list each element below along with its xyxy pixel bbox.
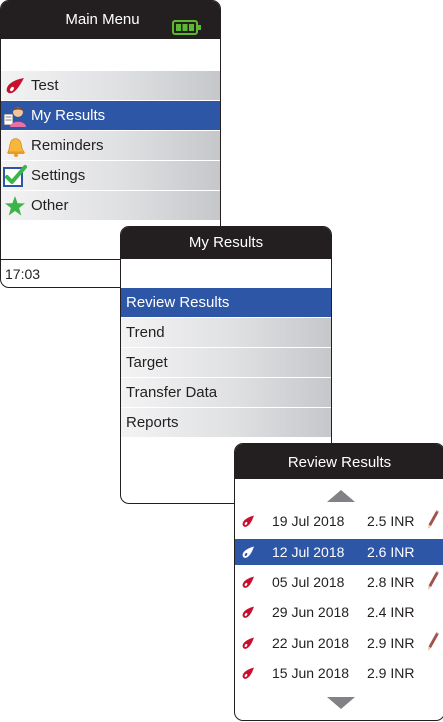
pencil-icon [427,571,439,594]
result-date: 15 Jun 2018 [272,665,350,681]
pencil-icon [427,632,439,655]
pencil-icon [427,510,439,533]
result-date: 22 Jun 2018 [272,635,350,651]
menu-item-target[interactable]: Target [121,348,331,378]
result-value: 2.5 INR [367,513,415,529]
menu-item-trend[interactable]: Trend [121,318,331,348]
result-value: 2.8 INR [367,574,415,590]
menu-item-other[interactable]: Other [1,191,220,221]
battery-full-icon [172,12,202,35]
blood-drop-icon [241,515,255,528]
main-menu-title: Main Menu [65,11,140,28]
scroll-down-arrow-icon[interactable] [327,697,355,709]
clock-time: 17:03 [5,266,41,282]
user-results-icon [3,104,27,128]
menu-item-label: Reports [126,414,179,431]
menu-item-label: Target [126,354,168,371]
result-row[interactable]: 12 Jul 2018 2.6 INR [235,539,443,565]
menu-item-label: Trend [126,324,165,341]
result-date: 12 Jul 2018 [272,544,345,560]
menu-item-test[interactable]: Test [1,71,220,101]
blood-drop-icon [241,637,255,650]
menu-item-label: My Results [31,107,106,124]
menu-item-transfer-data[interactable]: Transfer Data [121,378,331,408]
result-row[interactable]: 05 Jul 2018 2.8 INR [235,569,443,595]
blood-drop-icon [241,546,255,559]
result-row[interactable]: 22 Jun 2018 2.9 INR [235,630,443,656]
star-icon [3,194,27,218]
blood-drop-icon [3,74,27,98]
result-value: 2.6 INR [367,544,415,560]
result-row[interactable]: 29 Jun 2018 2.4 INR [235,599,443,625]
blood-drop-icon [241,576,255,589]
menu-item-label: Review Results [126,294,230,311]
blood-drop-icon [241,606,255,619]
result-row[interactable]: 15 Jun 2018 2.9 INR [235,660,443,686]
menu-item-reminders[interactable]: Reminders [1,131,220,161]
result-value: 2.9 INR [367,665,415,681]
checkbox-checked-icon [3,164,27,188]
blood-drop-icon [241,667,255,680]
scroll-up-arrow-icon[interactable] [327,490,355,502]
review-results-title: Review Results [287,454,392,471]
menu-item-label: Test [31,77,59,94]
menu-item-my-results[interactable]: My Results [1,101,220,131]
main-menu-title-bar: Main Menu [1,1,220,39]
my-results-title-bar: My Results [121,227,331,259]
review-results-screen: Review Results 19 Jul 2018 2.5 INR 12 Ju… [234,443,443,721]
result-date: 19 Jul 2018 [272,513,345,529]
result-date: 29 Jun 2018 [272,604,350,620]
menu-item-review-results[interactable]: Review Results [121,288,331,318]
result-value: 2.9 INR [367,635,415,651]
bell-icon [3,134,27,158]
menu-item-label: Transfer Data [126,384,218,401]
menu-item-label: Settings [31,167,86,184]
menu-item-reports[interactable]: Reports [121,408,331,438]
result-date: 05 Jul 2018 [272,574,345,590]
result-value: 2.4 INR [367,604,415,620]
my-results-title: My Results [188,234,264,251]
menu-item-settings[interactable]: Settings [1,161,220,191]
review-results-title-bar: Review Results [235,444,443,479]
menu-item-label: Reminders [31,137,104,154]
result-row[interactable]: 19 Jul 2018 2.5 INR [235,508,443,534]
menu-item-label: Other [31,197,69,214]
